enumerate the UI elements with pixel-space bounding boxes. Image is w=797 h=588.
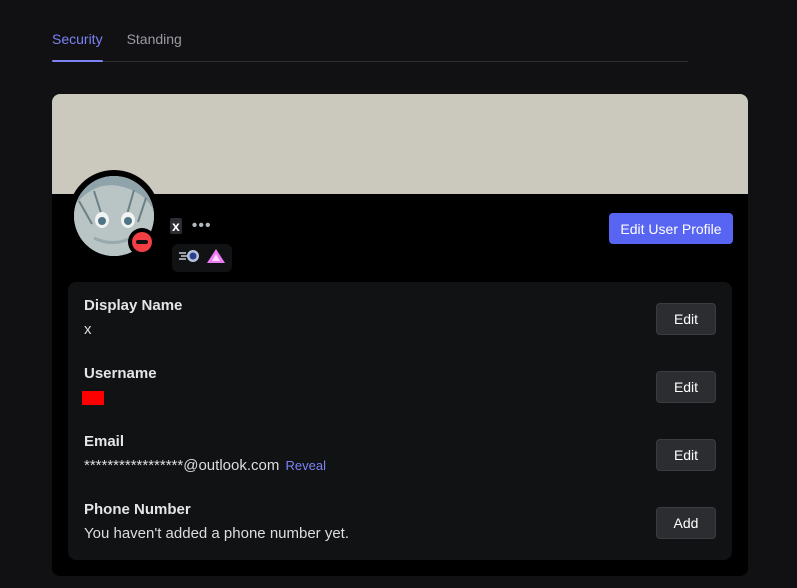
- do-not-disturb-icon: [132, 232, 152, 252]
- settings-tabs: Security Standing: [52, 30, 688, 62]
- profile-name-row: x •••: [170, 218, 212, 234]
- phone-value: You haven't added a phone number yet.: [84, 525, 350, 542]
- username-value: [82, 388, 716, 408]
- badge-list: [172, 244, 232, 272]
- display-name-value: x: [84, 321, 92, 338]
- add-phone-button[interactable]: Add: [656, 507, 716, 539]
- tab-security[interactable]: Security: [52, 30, 103, 62]
- phone-label: Phone Number: [84, 501, 191, 518]
- username-label: Username: [84, 365, 157, 382]
- edit-username-button[interactable]: Edit: [656, 371, 716, 403]
- ellipsis-icon[interactable]: •••: [192, 218, 212, 234]
- triangle-badge-icon[interactable]: [206, 248, 226, 269]
- email-value: *****************@outlook.com: [84, 457, 280, 474]
- tab-standing[interactable]: Standing: [127, 30, 182, 61]
- display-name-tag: x: [170, 218, 182, 234]
- phone-row: Phone Number You haven't added a phone n…: [84, 500, 716, 548]
- edit-email-button[interactable]: Edit: [656, 439, 716, 471]
- username-row: Username Edit: [82, 364, 716, 412]
- edit-display-name-button[interactable]: Edit: [656, 303, 716, 335]
- edit-user-profile-button[interactable]: Edit User Profile: [609, 213, 733, 244]
- speed-badge-icon[interactable]: [178, 249, 200, 268]
- display-name-label: Display Name: [84, 297, 183, 314]
- profile-banner: [52, 94, 748, 194]
- reveal-email-link[interactable]: Reveal: [286, 458, 326, 473]
- email-value-line: *****************@outlook.com Reveal: [84, 456, 716, 476]
- user-profile-card: x ••• Edit User Profile Display Name x E…: [52, 94, 748, 576]
- account-info-panel: Display Name x Edit Username Edit Email …: [68, 282, 732, 560]
- status-indicator: [128, 228, 156, 256]
- redaction-mark: [82, 391, 104, 406]
- email-label: Email: [84, 433, 125, 450]
- display-name-row: Display Name x Edit: [84, 296, 716, 344]
- email-row: Email *****************@outlook.com Reve…: [84, 432, 716, 480]
